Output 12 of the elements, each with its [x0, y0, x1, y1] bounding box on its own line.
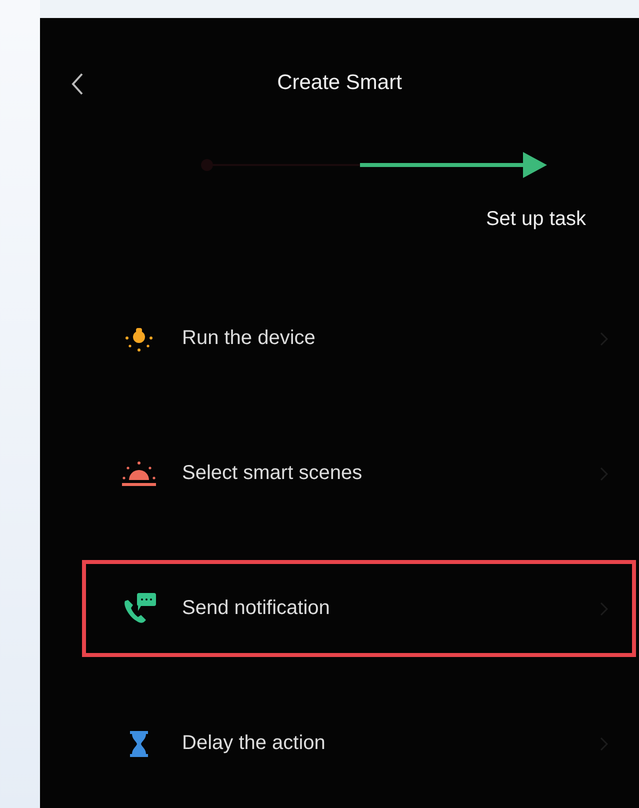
action-row[interactable]: Send notification [82, 560, 636, 657]
action-label: Select smart scenes [182, 462, 364, 485]
action-label: Run the device [182, 327, 316, 350]
action-row[interactable]: Select smart scenes [82, 425, 636, 522]
back-icon[interactable] [70, 72, 84, 96]
action-label: Send notification [182, 597, 331, 620]
sunrise-icon [120, 460, 158, 488]
action-label: Delay the action [182, 732, 326, 755]
page-title: Create Smart [277, 70, 402, 96]
action-row[interactable]: Run the device [82, 290, 636, 387]
action-row[interactable]: Delay the action [82, 695, 636, 792]
step-label: Set up task [486, 208, 586, 231]
